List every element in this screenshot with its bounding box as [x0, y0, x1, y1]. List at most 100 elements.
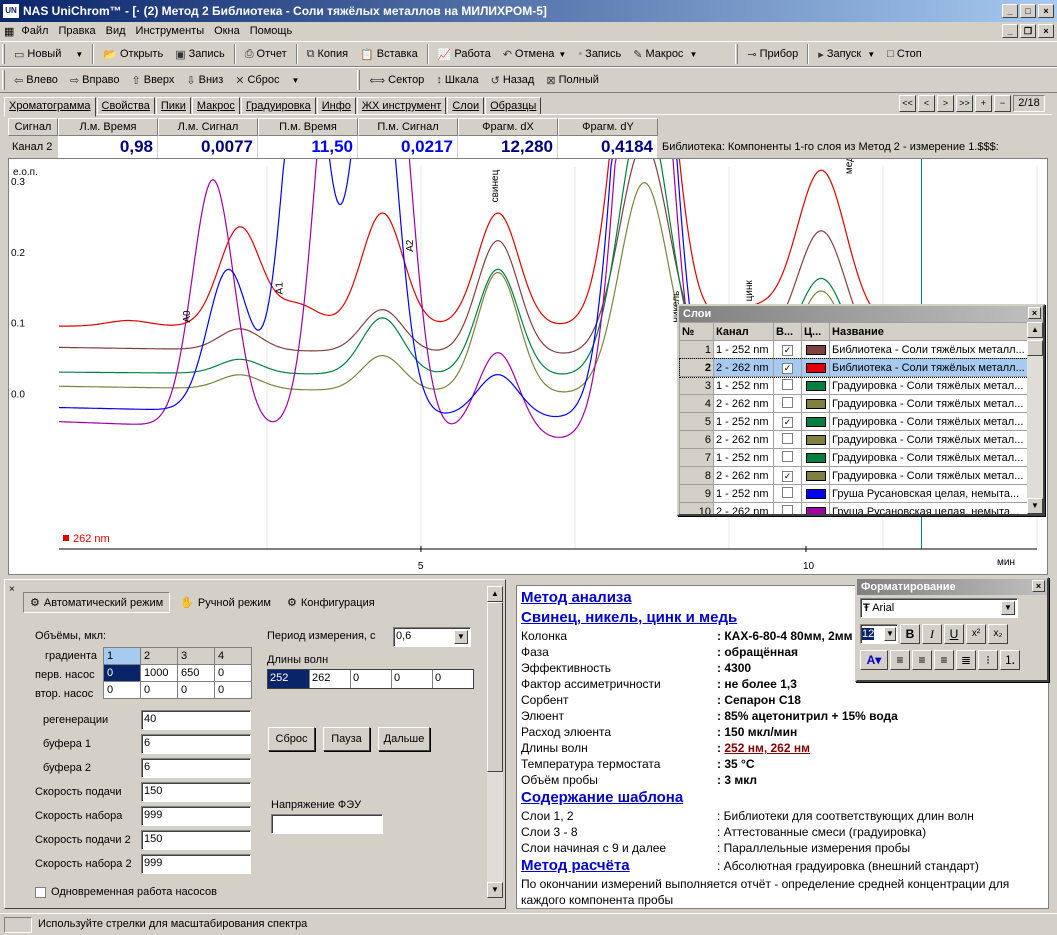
layer-color-cell[interactable] [801, 502, 830, 514]
grad-col-4[interactable]: 4 [214, 647, 252, 665]
layer-name[interactable]: Груша Русановская целая, немыта... [829, 502, 1028, 514]
layer-name[interactable]: Градуировка - Соли тяжёлых метал... [829, 376, 1028, 395]
paste-button[interactable]: 📋 Вставка [355, 46, 423, 63]
tab-info[interactable]: Инфо [316, 97, 356, 115]
layer-visible-cell[interactable] [773, 448, 802, 467]
control-field-input[interactable]: 150 [141, 830, 251, 850]
layer-visible-cell[interactable]: ✓ [773, 466, 802, 485]
layer-color-swatch[interactable] [805, 416, 826, 427]
layer-visible-cell[interactable] [773, 502, 802, 514]
font-size-select[interactable]: 12 ▼ [860, 624, 898, 644]
control-field-input[interactable]: 40 [141, 710, 251, 730]
simultaneous-pumps-checkbox[interactable]: Одновременная работа насосов [35, 886, 217, 898]
simultaneous-pumps-check[interactable] [35, 886, 46, 898]
layer-visible-checkbox[interactable] [782, 504, 793, 514]
layer-channel[interactable]: 2 - 262 nm [713, 358, 774, 377]
layer-channel[interactable]: 1 - 252 nm [713, 340, 774, 359]
pause-button[interactable]: Пауза [323, 727, 370, 751]
layer-row[interactable]: 82 - 262 nm ✓ Градуировка - Соли тяжёлых м… [679, 466, 1028, 485]
layer-color-swatch[interactable] [805, 470, 826, 481]
wavelength-4[interactable]: 0 [391, 670, 432, 688]
layer-color-cell[interactable] [801, 412, 830, 431]
formatting-close-button[interactable]: × [1032, 580, 1045, 592]
control-scroll-up[interactable]: ▲ [487, 586, 503, 602]
macro-button[interactable]: ✎ Макрос ▼ [628, 46, 702, 63]
next-button[interactable]: Дальше [378, 727, 430, 751]
layer-color-cell[interactable] [801, 430, 830, 449]
tab-macro[interactable]: Макрос [191, 97, 240, 115]
wavelength-3[interactable]: 0 [350, 670, 391, 688]
new-button[interactable]: ▭ Новый ▼ [9, 46, 88, 63]
layer-name[interactable]: Библиотека - Соли тяжёлых металл... [829, 358, 1028, 377]
layer-color-cell[interactable] [801, 358, 830, 377]
layer-row[interactable]: 71 - 252 nm Градуировка - Соли тяжёлых ме… [679, 448, 1028, 467]
layer-row[interactable]: 51 - 252 nm ✓ Градуировка - Соли тяжёлых м… [679, 412, 1028, 431]
remove-layer-button[interactable]: − [994, 95, 1011, 112]
copy-button[interactable]: ⧉ Копия [302, 46, 353, 63]
prev-layer-button[interactable]: < [918, 95, 935, 112]
layer-channel[interactable]: 2 - 262 nm [713, 502, 774, 514]
layer-channel[interactable]: 2 - 262 nm [713, 430, 774, 449]
control-field-input[interactable]: 6 [141, 758, 251, 778]
start-button[interactable]: ▸ Запуск ▼ [813, 46, 880, 63]
template-heading[interactable]: Содержание шаблона [521, 788, 1044, 808]
superscript-button[interactable]: x² [966, 624, 986, 644]
text-color-button[interactable]: A▾ [860, 650, 888, 670]
layer-channel[interactable]: 1 - 252 nm [713, 412, 774, 431]
scroll-up-arrow[interactable]: ▲ [1027, 322, 1043, 338]
layers-scrollbar[interactable]: ▲ ▼ [1027, 322, 1043, 514]
menu-windows[interactable]: Окна [209, 25, 245, 37]
layer-name[interactable]: Градуировка - Соли тяжёлых метал... [829, 466, 1028, 485]
grad-col-2[interactable]: 2 [140, 647, 178, 665]
layer-row[interactable]: 22 - 262 nm ✓ Библиотека - Соли тяжёлых ме… [679, 357, 1029, 378]
wavelength-1[interactable]: 252 [268, 670, 309, 688]
scroll-thumb[interactable] [1027, 340, 1043, 356]
layer-color-swatch[interactable] [805, 506, 826, 514]
tab-properties[interactable]: Свойства [96, 97, 155, 115]
report-button[interactable]: ⎙ Отчет [240, 46, 292, 63]
tab-chromatogram[interactable]: Хроматограмма [4, 97, 96, 117]
layer-visible-cell[interactable]: ✓ [773, 412, 802, 431]
minimize-button[interactable]: _ [1002, 4, 1018, 18]
layer-color-swatch[interactable] [805, 488, 826, 499]
control-scroll-down[interactable]: ▼ [487, 882, 503, 898]
layer-row[interactable]: 91 - 252 nm Груша Русановская целая, немы… [679, 484, 1028, 503]
control-scrollbar[interactable]: ▲ ▼ [487, 586, 503, 898]
layer-color-swatch[interactable] [805, 434, 826, 445]
layer-visible-cell[interactable] [773, 430, 802, 449]
work-button[interactable]: 📈 Работа [433, 46, 496, 63]
control-field-input[interactable]: 999 [141, 806, 251, 826]
tab-manual-mode[interactable]: ✋ Ручной режим [174, 592, 277, 613]
layer-row[interactable]: 62 - 262 nm Градуировка - Соли тяжёлых ме… [679, 430, 1028, 449]
cancel-button[interactable]: ↶ Отмена ▼ [498, 46, 572, 63]
layer-color-cell[interactable] [801, 394, 830, 413]
layer-visible-checkbox[interactable]: ✓ [782, 416, 793, 428]
layer-channel[interactable]: 1 - 252 nm [713, 448, 774, 467]
layer-name[interactable]: Градуировка - Соли тяжёлых метал... [829, 394, 1028, 413]
align-right-button[interactable]: ≡ [934, 650, 954, 670]
first-layer-button[interactable]: << [899, 95, 916, 112]
layer-color-swatch[interactable] [805, 344, 826, 355]
control-field-input[interactable]: 150 [141, 782, 251, 802]
layers-close-button[interactable]: × [1028, 307, 1041, 319]
layer-name[interactable]: Груша Русановская целая, немыта... [829, 484, 1028, 503]
layer-color-cell[interactable] [801, 448, 830, 467]
layer-color-swatch[interactable] [805, 452, 826, 463]
layer-channel[interactable]: 2 - 262 nm [713, 394, 774, 413]
doc-icon[interactable]: ▦ [0, 25, 16, 38]
pump2-cell-4[interactable]: 0 [214, 681, 252, 699]
numbered-list-button[interactable]: ⒈ [1000, 650, 1020, 670]
chevron-down-icon[interactable]: ▼ [454, 630, 468, 644]
layer-color-cell[interactable] [801, 376, 830, 395]
full-button[interactable]: ⊠ Полный [541, 72, 604, 89]
layers-col-num[interactable]: № [679, 322, 714, 341]
layer-visible-checkbox[interactable]: ✓ [782, 344, 793, 356]
layers-col-name[interactable]: Название [829, 322, 1028, 341]
layer-channel[interactable]: 1 - 252 nm [713, 376, 774, 395]
control-field-input[interactable]: 999 [141, 854, 251, 874]
wavelength-2[interactable]: 262 [309, 670, 350, 688]
control-field-input[interactable]: 6 [141, 734, 251, 754]
pump2-cell-3[interactable]: 0 [177, 681, 215, 699]
tab-calibration[interactable]: Градуировка [240, 97, 316, 115]
pump1-cell-1[interactable]: 0 [103, 664, 141, 682]
